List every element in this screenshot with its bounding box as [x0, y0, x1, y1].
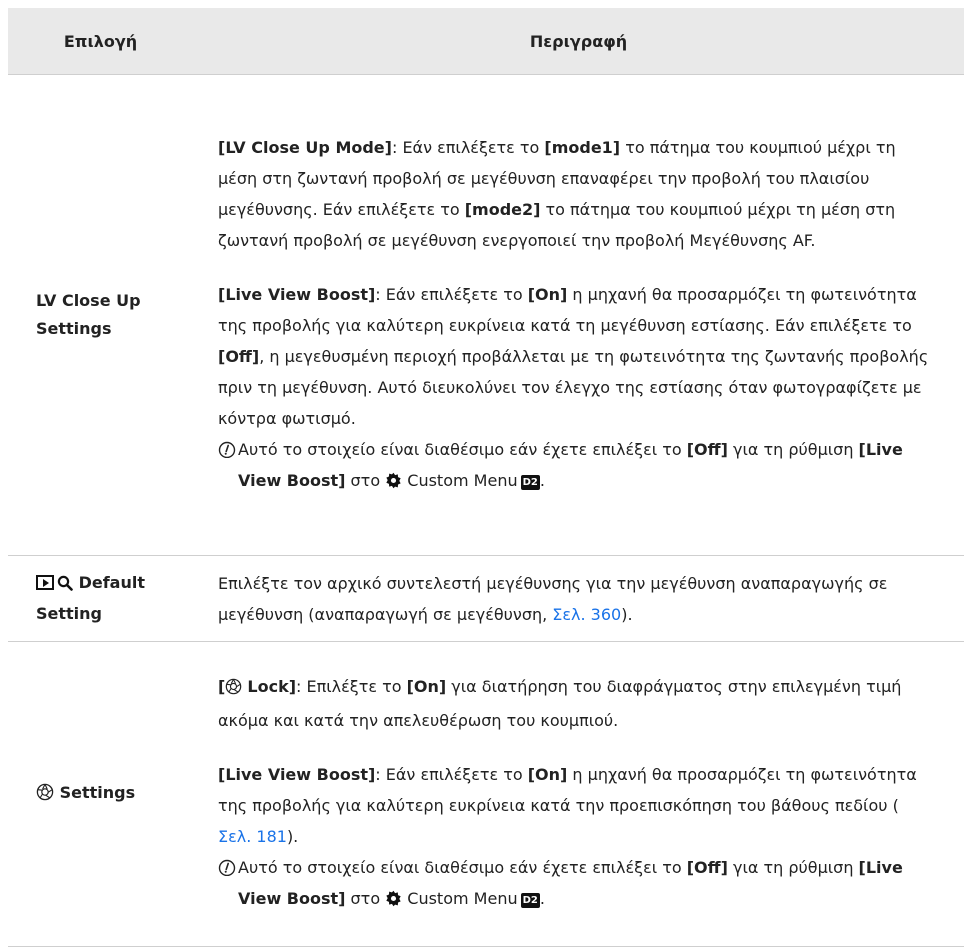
- text-span: , η μεγεθυσμένη περιοχή προβάλλεται με τ…: [218, 346, 929, 428]
- lv-close-up-mode-paragraph: [LV Close Up Mode]: Εάν επιλέξετε το [mo…: [218, 132, 936, 256]
- page-link-360[interactable]: Σελ. 360: [552, 605, 621, 624]
- text-span: στο: [345, 470, 386, 490]
- text-span: για τη ρύθμιση: [727, 439, 859, 459]
- table-row-lv-close-up: LV Close Up Settings [LV Close Up Mode]:…: [8, 74, 964, 556]
- mode2-label: [mode2]: [464, 199, 541, 219]
- gear-icon: [385, 468, 402, 499]
- settings-table-container: Επιλογή Περιγραφή LV Close Up Settings […: [8, 8, 964, 947]
- live-view-boost-paragraph: [Live View Boost]: Εάν επιλέξετε το [On]…: [218, 759, 936, 852]
- live-view-boost-paragraph: [Live View Boost]: Εάν επιλέξετε το [On]…: [218, 279, 936, 434]
- bracket-open: [: [218, 677, 226, 696]
- aperture-icon: [36, 782, 54, 810]
- on-label: [On]: [527, 284, 568, 304]
- table-row-aperture-settings: Settings [ Lock]: Επιλέξτε το [On] για δ…: [8, 641, 964, 947]
- text-span: Αυτό το στοιχείο είναι διαθέσιμο εάν έχε…: [238, 858, 687, 877]
- page-link-181[interactable]: Σελ. 181: [218, 827, 287, 846]
- option-aperture-settings: Settings: [8, 641, 193, 947]
- description-lv-close-up: [LV Close Up Mode]: Εάν επιλέξετε το [mo…: [193, 74, 964, 556]
- live-view-boost-label: [Live View Boost]: [218, 765, 376, 784]
- off-label: [Off]: [218, 346, 260, 366]
- settings-label: Settings: [59, 782, 136, 802]
- table-header-row: Επιλογή Περιγραφή: [8, 8, 964, 75]
- header-option: Επιλογή: [8, 8, 193, 75]
- availability-note: Αυτό το στοιχείο είναι διαθέσιμο εάν έχε…: [218, 852, 936, 917]
- option-default-setting: Default Setting: [8, 555, 193, 642]
- menu-tab-badge: D2: [520, 893, 540, 908]
- text-span: ).: [621, 604, 633, 624]
- lock-label: Lock]: [247, 677, 297, 696]
- text-span: ).: [286, 827, 299, 846]
- text-span: : Επιλέξτε το: [296, 677, 407, 696]
- text-span: Αυτό το στοιχείο είναι διαθέσιμο εάν έχε…: [238, 439, 687, 459]
- off-label: [Off]: [686, 858, 728, 877]
- menu-tab-badge: D2: [520, 474, 540, 490]
- custom-menu-label: Custom Menu: [407, 470, 518, 490]
- playback-icon: [36, 575, 54, 590]
- text-span: : Εάν επιλέξετε το: [391, 137, 545, 157]
- caution-icon: [218, 852, 238, 917]
- aperture-icon: [225, 674, 242, 705]
- description-aperture-settings: [ Lock]: Επιλέξτε το [On] για διατήρηση …: [193, 641, 964, 947]
- description-default-setting: Επιλέξτε τον αρχικό συντελεστή μεγέθυνση…: [193, 555, 964, 642]
- gear-icon: [385, 886, 402, 917]
- settings-table: Επιλογή Περιγραφή LV Close Up Settings […: [8, 8, 964, 947]
- header-description: Περιγραφή: [193, 8, 964, 75]
- live-view-boost-label: [Live View Boost]: [218, 284, 376, 304]
- table-row-default-setting: Default Setting Επιλέξτε τον αρχικό συντ…: [8, 555, 964, 642]
- text-span: για τη ρύθμιση: [727, 858, 859, 877]
- option-lv-close-up: LV Close Up Settings: [8, 74, 193, 556]
- text-span: : Εάν επιλέξετε το: [375, 284, 528, 304]
- on-label: [On]: [406, 677, 447, 696]
- caution-icon: [218, 434, 238, 499]
- availability-note: Αυτό το στοιχείο είναι διαθέσιμο εάν έχε…: [218, 434, 936, 499]
- off-label: [Off]: [686, 439, 728, 459]
- on-label: [On]: [527, 765, 568, 784]
- zoom-icon: [57, 572, 73, 600]
- lv-close-up-mode-label: [LV Close Up Mode]: [218, 137, 392, 157]
- text-span: : Εάν επιλέξετε το: [375, 765, 528, 784]
- aperture-lock-paragraph: [ Lock]: Επιλέξτε το [On] για διατήρηση …: [218, 671, 936, 736]
- mode1-label: [mode1]: [544, 137, 621, 157]
